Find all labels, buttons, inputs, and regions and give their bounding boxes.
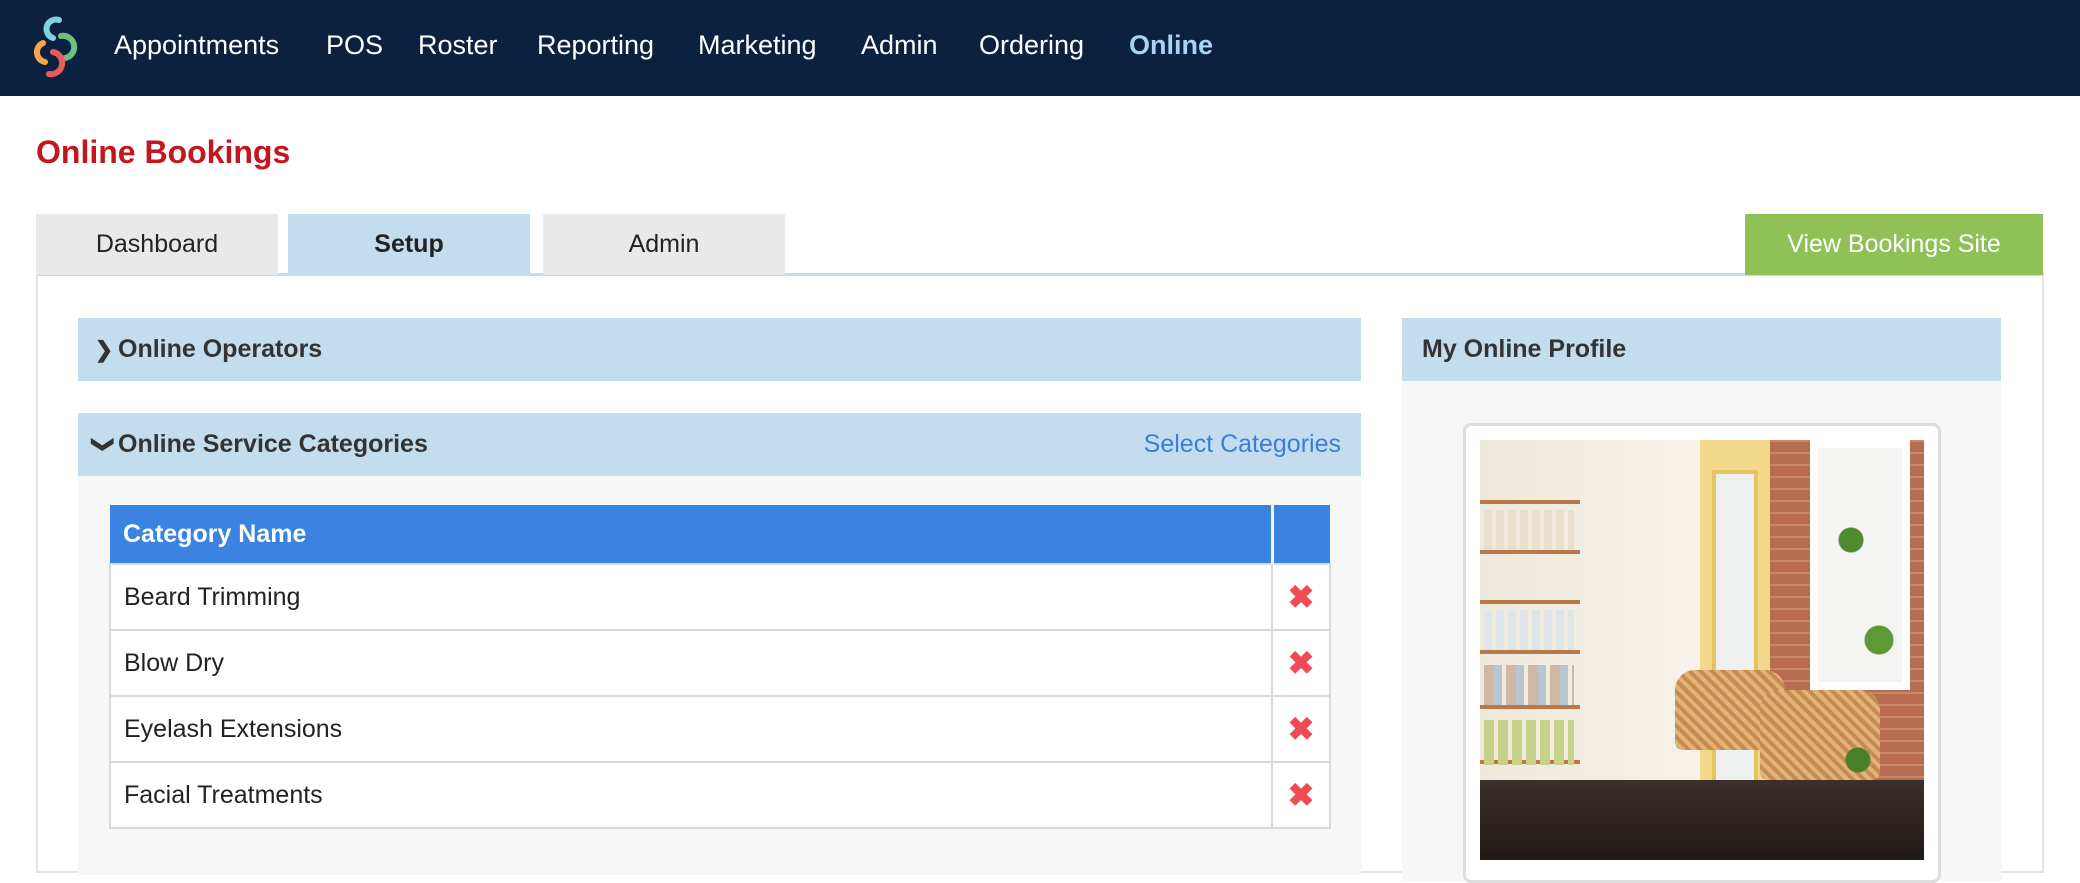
delete-icon[interactable]: ✖	[1271, 629, 1331, 697]
brand-logo-icon[interactable]	[29, 14, 81, 78]
chevron-down-icon: ❯	[91, 435, 117, 454]
my-online-profile-header: My Online Profile	[1402, 318, 2001, 381]
online-service-categories-header[interactable]: ❯Online Service Categories Select Catego…	[78, 413, 1361, 476]
delete-icon[interactable]: ✖	[1271, 761, 1331, 829]
online-operators-header[interactable]: ❯ Online Operators	[78, 318, 1361, 381]
column-header-actions	[1272, 505, 1330, 564]
nav-roster[interactable]: Roster	[418, 30, 498, 61]
tab-admin[interactable]: Admin	[543, 214, 785, 275]
delete-icon[interactable]: ✖	[1271, 563, 1331, 631]
category-name: Facial Treatments	[109, 761, 1273, 829]
column-header-category-name: Category Name	[110, 505, 1274, 564]
nav-appointments[interactable]: Appointments	[114, 30, 279, 61]
nav-reporting[interactable]: Reporting	[537, 30, 654, 61]
delete-icon[interactable]: ✖	[1271, 695, 1331, 763]
nav-marketing[interactable]: Marketing	[698, 30, 817, 61]
nav-admin[interactable]: Admin	[861, 30, 938, 61]
nav-ordering[interactable]: Ordering	[979, 30, 1084, 61]
tab-setup[interactable]: Setup	[288, 214, 530, 275]
table-row: Facial Treatments ✖	[109, 761, 1331, 829]
table-row: Eyelash Extensions ✖	[109, 695, 1331, 763]
section-title: Online Service Categories	[118, 430, 428, 458]
select-categories-link[interactable]: Select Categories	[1144, 413, 1341, 476]
page-title: Online Bookings	[36, 134, 291, 170]
top-nav: Appointments POS Roster Reporting Market…	[0, 0, 2080, 96]
categories-table: Category Name Beard Trimming ✖ Blow Dry …	[109, 505, 1331, 829]
chevron-right-icon: ❯	[94, 337, 114, 362]
nav-pos[interactable]: POS	[326, 30, 383, 61]
nav-online[interactable]: Online	[1129, 30, 1213, 61]
profile-photo[interactable]	[1480, 440, 1924, 860]
category-name: Eyelash Extensions	[109, 695, 1273, 763]
category-name: Blow Dry	[109, 629, 1273, 697]
tab-dashboard[interactable]: Dashboard	[36, 214, 278, 275]
table-row: Beard Trimming ✖	[109, 563, 1331, 631]
view-bookings-site-button[interactable]: View Bookings Site	[1745, 214, 2043, 275]
section-title: Online Operators	[118, 335, 323, 363]
table-header-row: Category Name	[110, 505, 1330, 564]
table-row: Blow Dry ✖	[109, 629, 1331, 697]
category-name: Beard Trimming	[109, 563, 1273, 631]
section-title: My Online Profile	[1422, 335, 1627, 363]
